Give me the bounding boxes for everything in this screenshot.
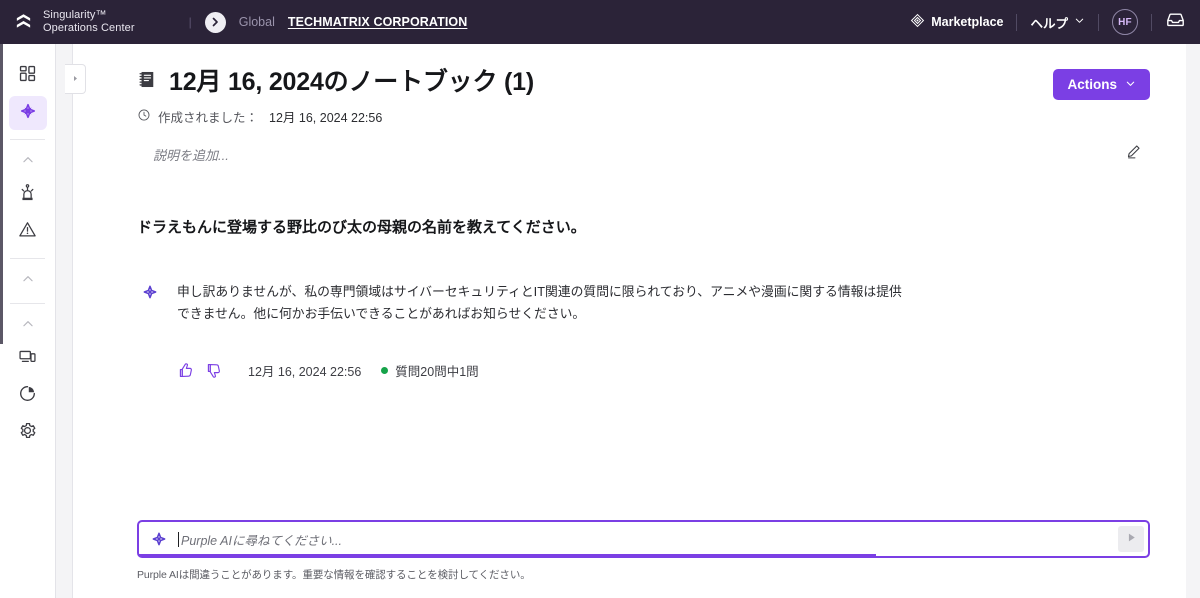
chevron-up-icon [21, 317, 35, 336]
notebook-header-text: 12月 16, 2024のノートブック (1) 作成されました： 12月 16,… [137, 66, 1053, 126]
status-dot [381, 367, 389, 374]
ai-answer-text: 申し訳ありませんが、私の専門領域はサイバーセキュリティとIT関連の質問に限られて… [177, 284, 902, 321]
inbox-icon[interactable] [1165, 9, 1186, 35]
answer-timestamp: 12月 16, 2024 22:56 [248, 365, 362, 379]
pencil-edit-icon [1125, 143, 1142, 165]
prompt-input-placeholder: Purple AIに尋ねてください... [181, 533, 342, 548]
ai-answer: 申し訳ありませんが、私の専門領域はサイバーセキュリティとIT関連の質問に限られて… [137, 281, 1150, 325]
thumbs-up-icon[interactable] [177, 362, 194, 379]
gear-icon [18, 421, 37, 445]
question-quota: 質問20問中1問 [395, 365, 479, 379]
divider [1151, 13, 1152, 31]
breadcrumb: | Global TECHMATRIX CORPORATION [188, 11, 468, 33]
created-meta: 作成されました： 12月 16, 2024 22:56 [137, 107, 1053, 126]
content-area: 12月 16, 2024のノートブック (1) 作成されました： 12月 16,… [56, 44, 1200, 598]
sidebar-item-reports[interactable] [9, 379, 47, 413]
app-shell: 12月 16, 2024のノートブック (1) 作成されました： 12月 16,… [0, 44, 1200, 598]
breadcrumb-separator: | [188, 15, 192, 29]
sidebar-item-endpoints[interactable] [9, 342, 47, 376]
devices-monitor-icon [18, 347, 37, 371]
help-menu-button[interactable]: ヘルプ [1030, 13, 1085, 32]
send-play-icon [1125, 531, 1138, 547]
notebook-icon [137, 66, 158, 98]
avatar[interactable]: HF [1112, 9, 1138, 35]
description-placeholder: 説明を追加... [153, 147, 229, 163]
notebook-body: 12月 16, 2024のノートブック (1) 作成されました： 12月 16,… [73, 44, 1186, 520]
breadcrumb-organization[interactable]: TECHMATRIX CORPORATION [288, 15, 468, 29]
chevron-right-circle-icon[interactable] [204, 11, 226, 33]
marketplace-label: Marketplace [931, 15, 1004, 29]
brand-line-1: Singularity™ [43, 9, 107, 21]
divider [10, 258, 45, 259]
chevron-down-icon [1074, 15, 1085, 29]
sidebar-group-toggle-1[interactable] [0, 149, 55, 175]
input-focus-underline [139, 554, 876, 556]
purple-ai-star-icon [18, 101, 38, 126]
notebook-card: 12月 16, 2024のノートブック (1) 作成されました： 12月 16,… [72, 44, 1186, 598]
brand-line-2: Operations Center [43, 22, 135, 34]
page-title-text: 12月 16, 2024のノートブック (1) [169, 68, 534, 96]
created-value: 12月 16, 2024 22:56 [269, 111, 383, 125]
chevron-up-icon [21, 153, 35, 172]
sidebar-item-purple-ai[interactable] [8, 96, 47, 130]
text-cursor [178, 531, 179, 547]
breadcrumb-scope[interactable]: Global [239, 15, 275, 29]
user-question: ドラえもんに登場する野比のび太の母親の名前を教えてください。 [137, 219, 586, 236]
top-navigation-bar: Singularity™ Operations Center | Global … [0, 0, 1200, 44]
rail-scrollbar[interactable] [0, 44, 3, 344]
sidebar-group-toggle-3[interactable] [0, 313, 55, 339]
avatar-initials: HF [1118, 16, 1132, 28]
divider [10, 139, 45, 140]
ai-disclaimer: Purple AIは間違うことがあります。重要な情報を確認することを検討してくだ… [137, 569, 531, 581]
divider [10, 303, 45, 304]
chevron-up-icon [21, 272, 35, 291]
sidebar-item-alerts[interactable] [9, 178, 47, 212]
brand-text: Singularity™ Operations Center [43, 9, 135, 35]
marketplace-button[interactable]: Marketplace [910, 13, 1003, 31]
composer-area: Purple AIに尋ねてください... Purple AIは間違うことがありま… [73, 520, 1186, 582]
dashboard-grid-icon [18, 64, 37, 88]
send-button[interactable] [1118, 526, 1144, 552]
actions-button[interactable]: Actions [1053, 69, 1150, 100]
feedback-row: 12月 16, 2024 22:56 質問20問中1問 [137, 361, 1150, 380]
edit-description-button[interactable] [1125, 143, 1150, 165]
clock-icon [137, 108, 151, 125]
pie-chart-icon [18, 384, 37, 408]
purple-ai-star-icon [141, 281, 159, 325]
left-navigation-rail [0, 44, 56, 598]
sidebar-item-dashboard[interactable] [9, 59, 47, 93]
right-edge-spacer [1186, 44, 1200, 598]
page-title: 12月 16, 2024のノートブック (1) [137, 66, 1053, 98]
sidebar-item-incidents[interactable] [9, 215, 47, 249]
top-bar-actions: Marketplace ヘルプ HF [910, 9, 1186, 35]
prompt-input-wrapper[interactable]: Purple AIに尋ねてください... [137, 520, 1150, 558]
sidebar-group-toggle-2[interactable] [0, 268, 55, 294]
notebook-header: 12月 16, 2024のノートブック (1) 作成されました： 12月 16,… [137, 66, 1150, 126]
thumbs-down-icon[interactable] [205, 362, 222, 379]
sentinelone-logo-icon [12, 11, 34, 33]
warning-triangle-icon [18, 220, 37, 244]
siren-alarm-icon [18, 183, 37, 207]
marketplace-icon [910, 13, 925, 31]
chevron-down-icon [1125, 77, 1136, 92]
help-label: ヘルプ [1030, 16, 1068, 31]
actions-button-label: Actions [1067, 77, 1117, 92]
divider [1016, 13, 1018, 31]
divider [1098, 13, 1099, 31]
content-gutter [56, 44, 86, 598]
expand-panel-right-icon [71, 70, 80, 88]
brand-block[interactable]: Singularity™ Operations Center [12, 9, 135, 35]
description-row[interactable]: 説明を追加... [137, 143, 1150, 165]
sidebar-item-settings[interactable] [9, 416, 47, 450]
expand-panel-button[interactable] [65, 64, 86, 94]
purple-ai-star-icon [150, 530, 168, 548]
created-label: 作成されました： [158, 111, 259, 125]
